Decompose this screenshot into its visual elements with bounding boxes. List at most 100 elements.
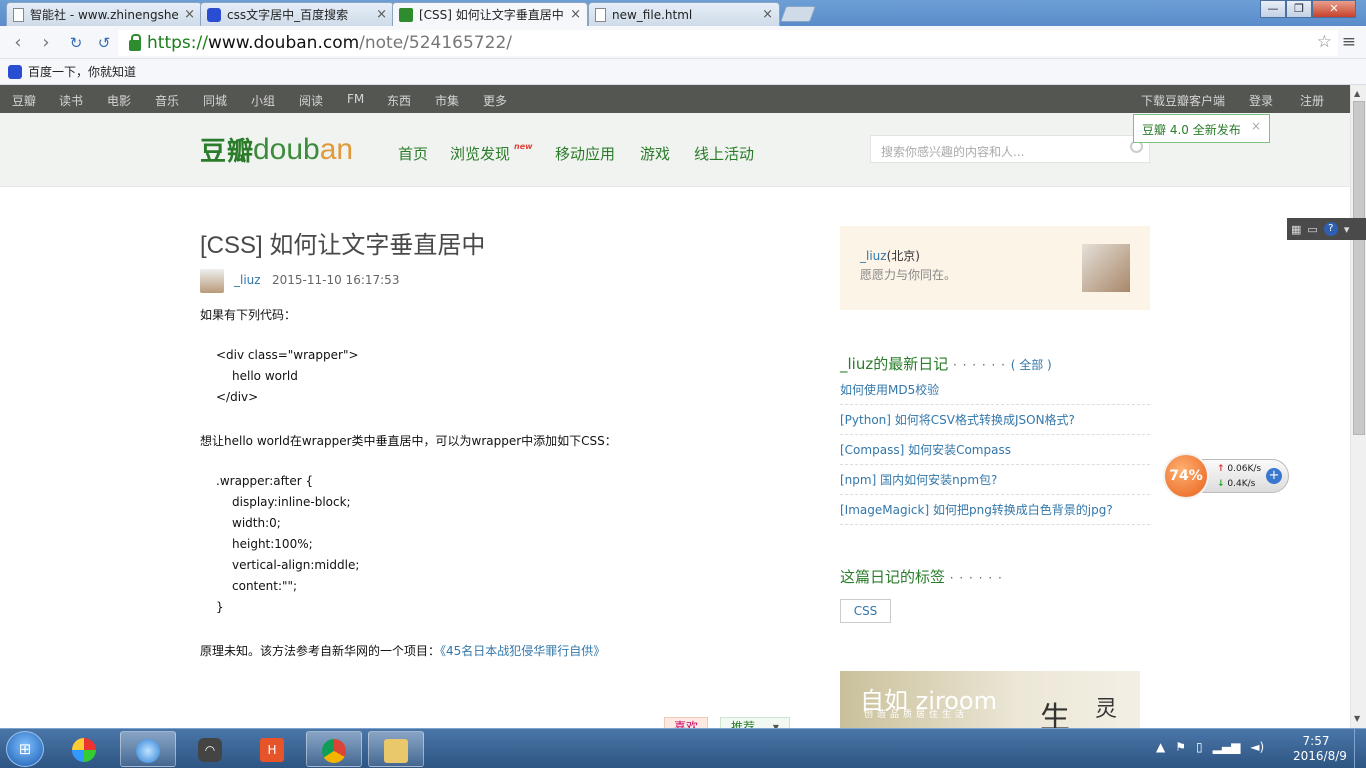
all-diaries-link[interactable]: ( 全部 ) — [1011, 358, 1052, 372]
tab-new-file[interactable]: new_file.html × — [588, 2, 780, 26]
global-nav-item[interactable]: 音乐 — [155, 92, 179, 109]
logo-en-part-b: an — [319, 133, 354, 166]
help-icon[interactable]: ? — [1323, 222, 1338, 236]
main-nav-games[interactable]: 游戏 — [640, 143, 670, 164]
code-line: </div> — [216, 390, 259, 404]
reload-icon[interactable]: ↻ — [66, 33, 86, 53]
browser-toolbar: ‹ › ↻ ↺ https://www.douban.com/note/5241… — [0, 26, 1366, 59]
profile-avatar[interactable] — [1082, 244, 1130, 292]
close-icon[interactable]: × — [1251, 119, 1261, 133]
search-input[interactable]: 搜索你感兴趣的内容和人... — [870, 135, 1150, 163]
minimize-button[interactable]: — — [1260, 0, 1286, 18]
bookmark-star-icon[interactable]: ☆ — [1317, 32, 1332, 52]
scroll-down-icon[interactable]: ▼ — [1354, 714, 1360, 723]
profile-motto: 愿愿力与你同在。 — [860, 268, 957, 282]
taskbar-app-chrome[interactable] — [306, 731, 362, 767]
douban-logo-en[interactable]: douban — [253, 133, 353, 167]
scroll-up-icon[interactable]: ▲ — [1354, 89, 1360, 98]
code-line: vertical-align:middle; — [232, 558, 360, 572]
plus-icon[interactable]: + — [1266, 468, 1282, 484]
global-nav-item[interactable]: 电影 — [107, 92, 131, 109]
diary-link[interactable]: [ImageMagick] 如何把png转换成白色背景的jpg? — [840, 495, 1150, 525]
tab-close-icon[interactable]: × — [184, 7, 195, 22]
download-app-link[interactable]: 下载豆瓣客户端 — [1141, 92, 1225, 109]
vertical-scrollbar[interactable]: ▲ ▼ — [1350, 85, 1366, 728]
undo-icon[interactable]: ↺ — [94, 33, 114, 53]
back-arrow-icon[interactable]: ‹ — [8, 33, 28, 53]
profile-name-link[interactable]: _liuz — [860, 249, 887, 263]
tray-expand-icon[interactable]: ▲ — [1156, 740, 1165, 754]
start-button[interactable]: ⊞ — [6, 731, 44, 767]
tab-close-icon[interactable]: × — [570, 7, 581, 22]
tab-title: [CSS] 如何让文字垂直居中 — [419, 8, 564, 22]
tab-douban-note[interactable]: [CSS] 如何让文字垂直居中 × — [392, 2, 588, 26]
grid-icon[interactable]: ▦ — [1291, 223, 1301, 236]
taskbar-app-aptana[interactable]: ◠ — [182, 731, 238, 767]
show-desktop-button[interactable] — [1354, 729, 1366, 768]
network-speed-widget[interactable]: 74% ↑ 0.06K/s ↓ 0.4K/s + — [1163, 453, 1289, 499]
close-window-button[interactable]: ✕ — [1312, 0, 1356, 18]
global-nav-item[interactable]: 市集 — [435, 92, 459, 109]
diary-link[interactable]: [Compass] 如何安装Compass — [840, 435, 1150, 465]
global-nav-item[interactable]: 小组 — [251, 92, 275, 109]
tab-zhinengshe[interactable]: 智能社 - www.zhinengshe × — [6, 2, 202, 26]
tab-close-icon[interactable]: × — [762, 7, 773, 22]
maximize-button[interactable]: ❐ — [1286, 0, 1312, 18]
address-bar[interactable]: https://www.douban.com/note/524165722/ — [118, 30, 1338, 56]
tray-volume-icon[interactable]: ◄) — [1250, 740, 1264, 754]
chevron-down-icon[interactable]: ▾ — [773, 720, 779, 728]
global-nav-item[interactable]: FM — [347, 92, 364, 106]
scrollbar-thumb[interactable] — [1353, 101, 1365, 435]
keyboard-icon[interactable]: ▭ — [1307, 223, 1317, 236]
document-icon — [13, 7, 24, 22]
heading-dots: · · · · · · — [949, 571, 1003, 585]
latest-diaries-title: _liuz的最新日记 — [840, 355, 949, 373]
tab-close-icon[interactable]: × — [376, 7, 387, 22]
register-link[interactable]: 注册 — [1300, 92, 1324, 109]
clock-date: 2016/8/9 — [1293, 749, 1347, 763]
login-link[interactable]: 登录 — [1249, 92, 1273, 109]
new-tab-button[interactable] — [780, 6, 816, 22]
taskbar-app-explorer[interactable] — [368, 731, 424, 767]
baidu-paw-icon — [8, 64, 22, 79]
taskbar-app-ie[interactable] — [120, 731, 176, 767]
tray-network-icon[interactable]: ▂▄▆ — [1213, 740, 1241, 754]
douban-logo-cn[interactable]: 豆瓣 — [200, 131, 254, 168]
like-button[interactable]: 喜欢 — [664, 717, 708, 728]
recommend-button[interactable]: 推荐 ▾ — [720, 717, 790, 728]
code-line: width:0; — [232, 516, 281, 530]
tray-battery-icon[interactable]: ▯ — [1196, 740, 1203, 754]
diary-link[interactable]: 如何使用MD5校验 — [840, 375, 1150, 405]
taskbar-app-media[interactable] — [56, 731, 112, 767]
diary-link[interactable]: [Python] 如何将CSV格式转换成JSON格式? — [840, 405, 1150, 435]
taskbar-app-hbuilder[interactable]: H — [244, 731, 300, 767]
author-avatar[interactable] — [200, 269, 224, 293]
tab-title: css文字居中_百度搜索 — [227, 8, 349, 22]
page-viewport: 豆瓣 读书 电影 音乐 同城 小组 阅读 FM 东西 市集 更多 下载豆瓣客户端… — [0, 85, 1350, 728]
system-clock[interactable]: 7:57 2016/8/9 — [1293, 734, 1347, 764]
main-nav-home[interactable]: 首页 — [398, 143, 428, 164]
global-nav-item[interactable]: 更多 — [483, 92, 507, 109]
diary-link[interactable]: [npm] 国内如何安装npm包? — [840, 465, 1150, 495]
source-link[interactable]: 《45名日本战犯侵华罪行自供》 — [440, 644, 605, 658]
tab-baidu-search[interactable]: css文字居中_百度搜索 × — [200, 2, 394, 26]
global-nav-item[interactable]: 读书 — [59, 92, 83, 109]
ziroom-ad-banner[interactable]: 自如 ziroom 创造品质居住生活 生 灵 — [840, 671, 1140, 728]
tray-flag-icon[interactable]: ⚑ — [1175, 740, 1186, 754]
chevron-down-icon[interactable]: ▾ — [1344, 223, 1350, 236]
menu-icon[interactable]: ≡ — [1342, 32, 1356, 52]
window-controls: — ❐ ✕ — [1260, 0, 1356, 18]
tag-css[interactable]: CSS — [840, 599, 891, 623]
release-tooltip[interactable]: 豆瓣 4.0 全新发布 × — [1133, 114, 1270, 143]
main-nav-events[interactable]: 线上活动 — [694, 143, 754, 164]
global-nav-item[interactable]: 豆瓣 — [12, 92, 36, 109]
main-nav-mobile[interactable]: 移动应用 — [555, 143, 615, 164]
global-nav-item[interactable]: 阅读 — [299, 92, 323, 109]
global-nav-item[interactable]: 同城 — [203, 92, 227, 109]
main-nav-explore[interactable]: 浏览发现 — [450, 143, 510, 164]
forward-arrow-icon[interactable]: › — [36, 33, 56, 53]
memory-percent-badge[interactable]: 74% — [1163, 453, 1209, 499]
global-nav-item[interactable]: 东西 — [387, 92, 411, 109]
author-link[interactable]: _liuz — [234, 273, 261, 287]
bookmark-baidu[interactable]: 百度一下，你就知道 — [28, 63, 136, 80]
